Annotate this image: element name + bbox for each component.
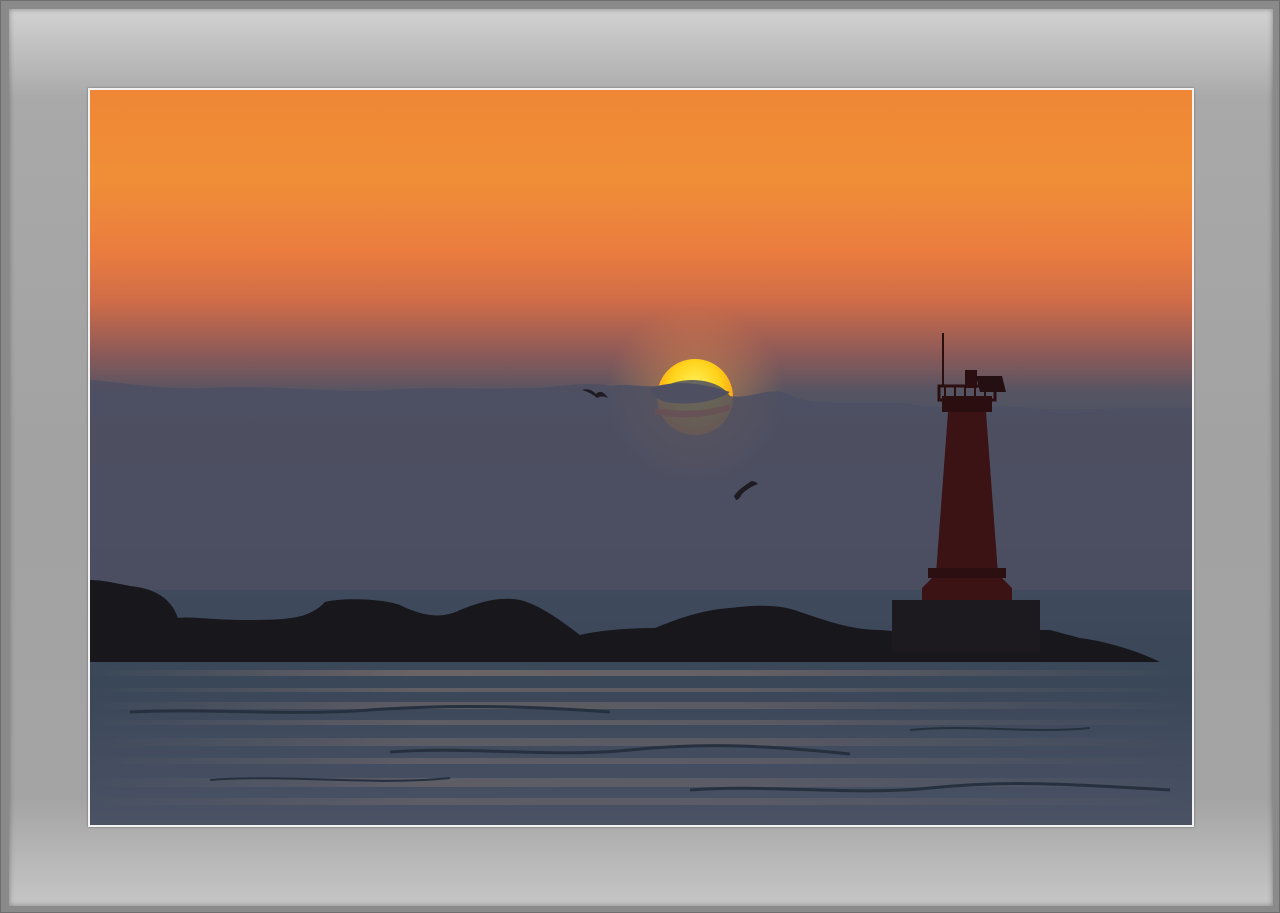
sunset-photo [90, 90, 1192, 825]
lighthouse-base [892, 600, 1040, 652]
cloud-bank [90, 380, 1192, 595]
photo-frame [0, 0, 1280, 913]
